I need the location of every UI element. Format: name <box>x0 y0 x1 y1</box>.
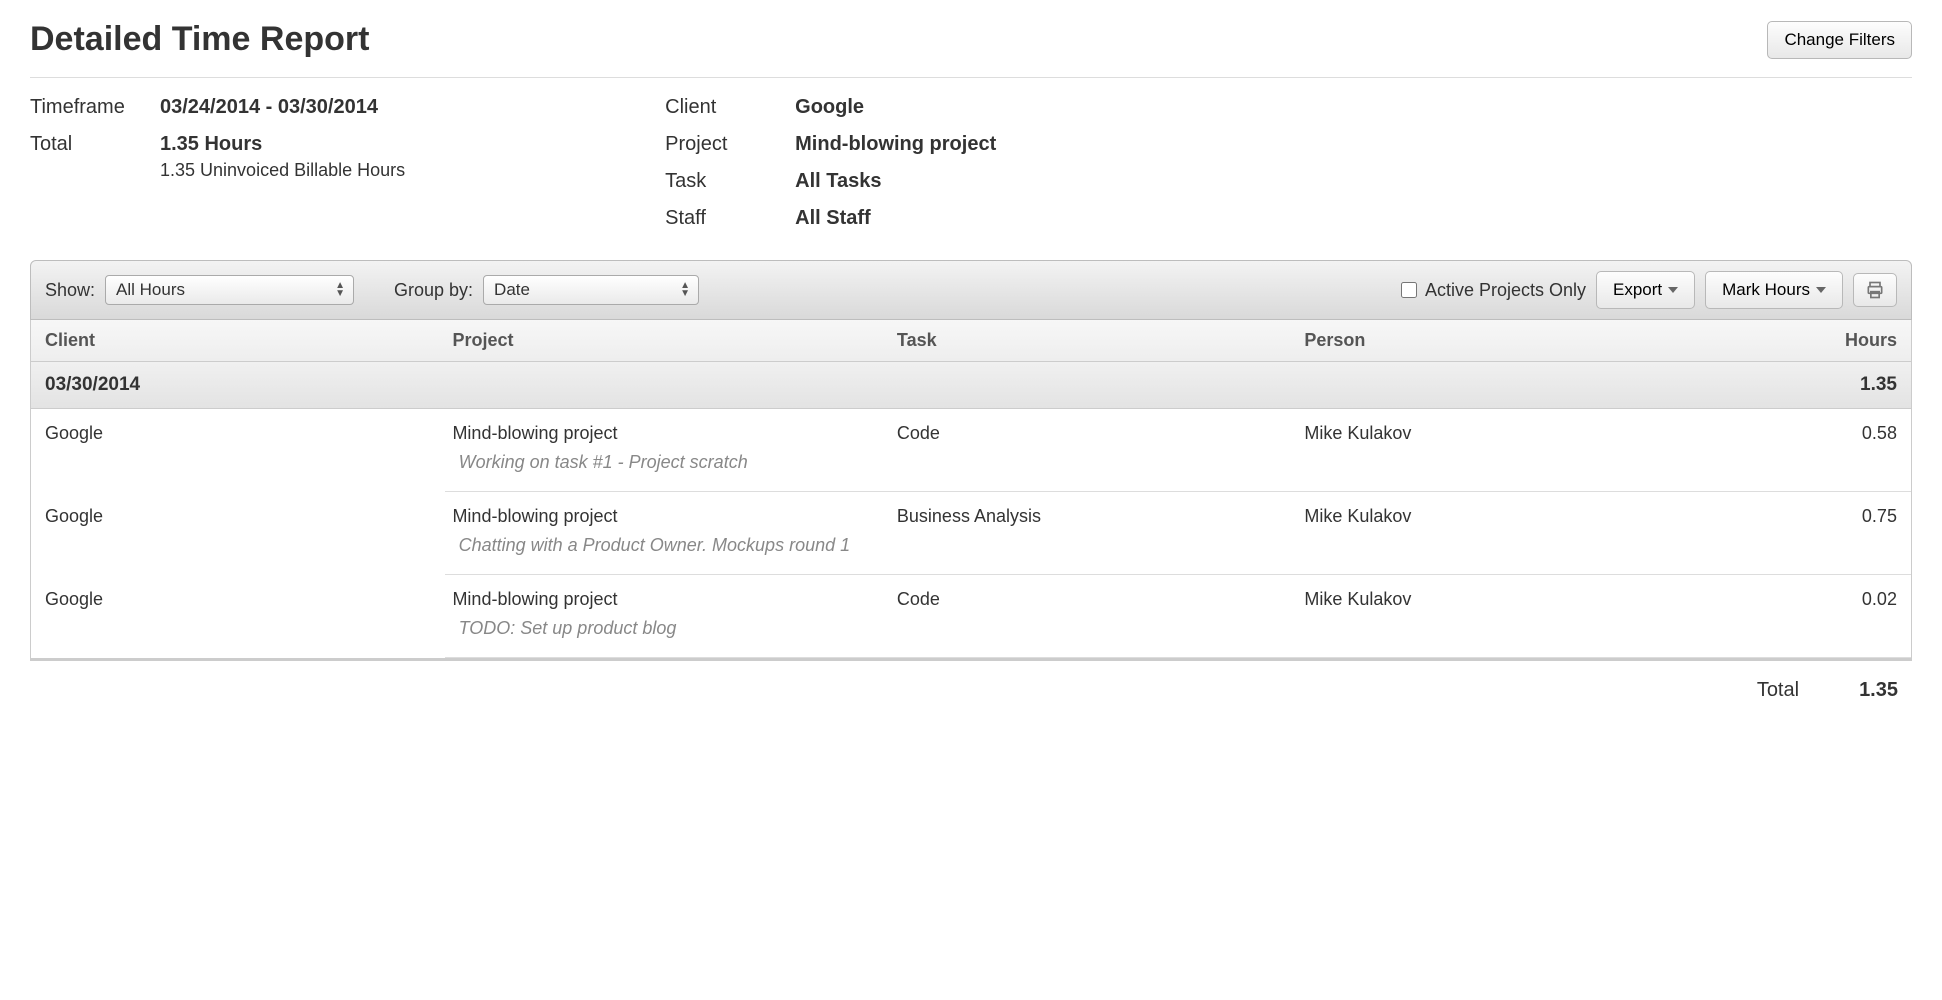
cell-task: Code <box>897 589 1304 610</box>
th-client: Client <box>45 330 452 351</box>
group-hours: 1.35 <box>1860 374 1897 396</box>
staff-value: All Staff <box>795 207 871 230</box>
cell-project: Mind-blowing project <box>452 423 896 444</box>
summary-block: Timeframe 03/24/2014 - 03/30/2014 Total … <box>30 96 1912 230</box>
row-note: Working on task #1 - Project scratch <box>445 444 1911 492</box>
th-task: Task <box>897 330 1304 351</box>
cell-task: Business Analysis <box>897 506 1304 527</box>
updown-icon: ▲▼ <box>680 282 690 298</box>
cell-client: Google <box>45 506 452 527</box>
total-label: Total <box>30 133 160 181</box>
show-select[interactable]: All Hours ▲▼ <box>105 275 354 305</box>
updown-icon: ▲▼ <box>335 282 345 298</box>
timeframe-value: 03/24/2014 - 03/30/2014 <box>160 96 378 119</box>
client-label: Client <box>665 96 795 119</box>
project-value: Mind-blowing project <box>795 133 996 156</box>
table-header: Client Project Task Person Hours <box>31 320 1911 362</box>
client-value: Google <box>795 96 864 119</box>
active-projects-input[interactable] <box>1401 282 1417 298</box>
th-hours: Hours <box>1712 330 1897 351</box>
group-select[interactable]: Date ▲▼ <box>483 275 699 305</box>
group-label: Group by: <box>394 280 473 301</box>
print-icon <box>1864 280 1886 300</box>
table-row: GoogleMind-blowing projectBusiness Analy… <box>31 492 1911 527</box>
th-person: Person <box>1304 330 1711 351</box>
show-label: Show: <box>45 280 95 301</box>
footer-value: 1.35 <box>1859 679 1898 702</box>
summary-left: Timeframe 03/24/2014 - 03/30/2014 Total … <box>30 96 405 230</box>
export-button[interactable]: Export <box>1596 271 1695 309</box>
cell-hours: 0.02 <box>1712 589 1897 610</box>
cell-project: Mind-blowing project <box>452 589 896 610</box>
cell-person: Mike Kulakov <box>1304 423 1711 444</box>
table-row: GoogleMind-blowing projectCodeMike Kulak… <box>31 409 1911 444</box>
page-header: Detailed Time Report Change Filters <box>30 20 1912 78</box>
task-label: Task <box>665 170 795 193</box>
task-value: All Tasks <box>795 170 881 193</box>
group-header: 03/30/2014 1.35 <box>31 362 1911 409</box>
page-title: Detailed Time Report <box>30 20 369 59</box>
row-note: TODO: Set up product blog <box>445 610 1911 658</box>
cell-hours: 0.58 <box>1712 423 1897 444</box>
th-project: Project <box>452 330 896 351</box>
chevron-down-icon <box>1816 287 1826 293</box>
toolbar: Show: All Hours ▲▼ Group by: Date ▲▼ Act… <box>30 260 1912 320</box>
chevron-down-icon <box>1668 287 1678 293</box>
total-sub: 1.35 Uninvoiced Billable Hours <box>160 160 405 181</box>
report-table: Client Project Task Person Hours 03/30/2… <box>30 320 1912 659</box>
table-row: GoogleMind-blowing projectCodeMike Kulak… <box>31 575 1911 610</box>
print-button[interactable] <box>1853 273 1897 307</box>
total-value: 1.35 Hours <box>160 133 405 156</box>
summary-right: Client Google Project Mind-blowing proje… <box>665 96 996 230</box>
cell-person: Mike Kulakov <box>1304 506 1711 527</box>
timeframe-label: Timeframe <box>30 96 160 119</box>
cell-client: Google <box>45 589 452 610</box>
group-date: 03/30/2014 <box>45 374 1860 396</box>
table-footer: Total 1.35 <box>30 659 1912 712</box>
cell-task: Code <box>897 423 1304 444</box>
footer-label: Total <box>1757 679 1799 702</box>
cell-hours: 0.75 <box>1712 506 1897 527</box>
cell-person: Mike Kulakov <box>1304 589 1711 610</box>
project-label: Project <box>665 133 795 156</box>
staff-label: Staff <box>665 207 795 230</box>
change-filters-button[interactable]: Change Filters <box>1767 21 1912 59</box>
cell-client: Google <box>45 423 452 444</box>
active-projects-checkbox[interactable]: Active Projects Only <box>1401 280 1586 301</box>
row-note: Chatting with a Product Owner. Mockups r… <box>445 527 1911 575</box>
cell-project: Mind-blowing project <box>452 506 896 527</box>
mark-hours-button[interactable]: Mark Hours <box>1705 271 1843 309</box>
